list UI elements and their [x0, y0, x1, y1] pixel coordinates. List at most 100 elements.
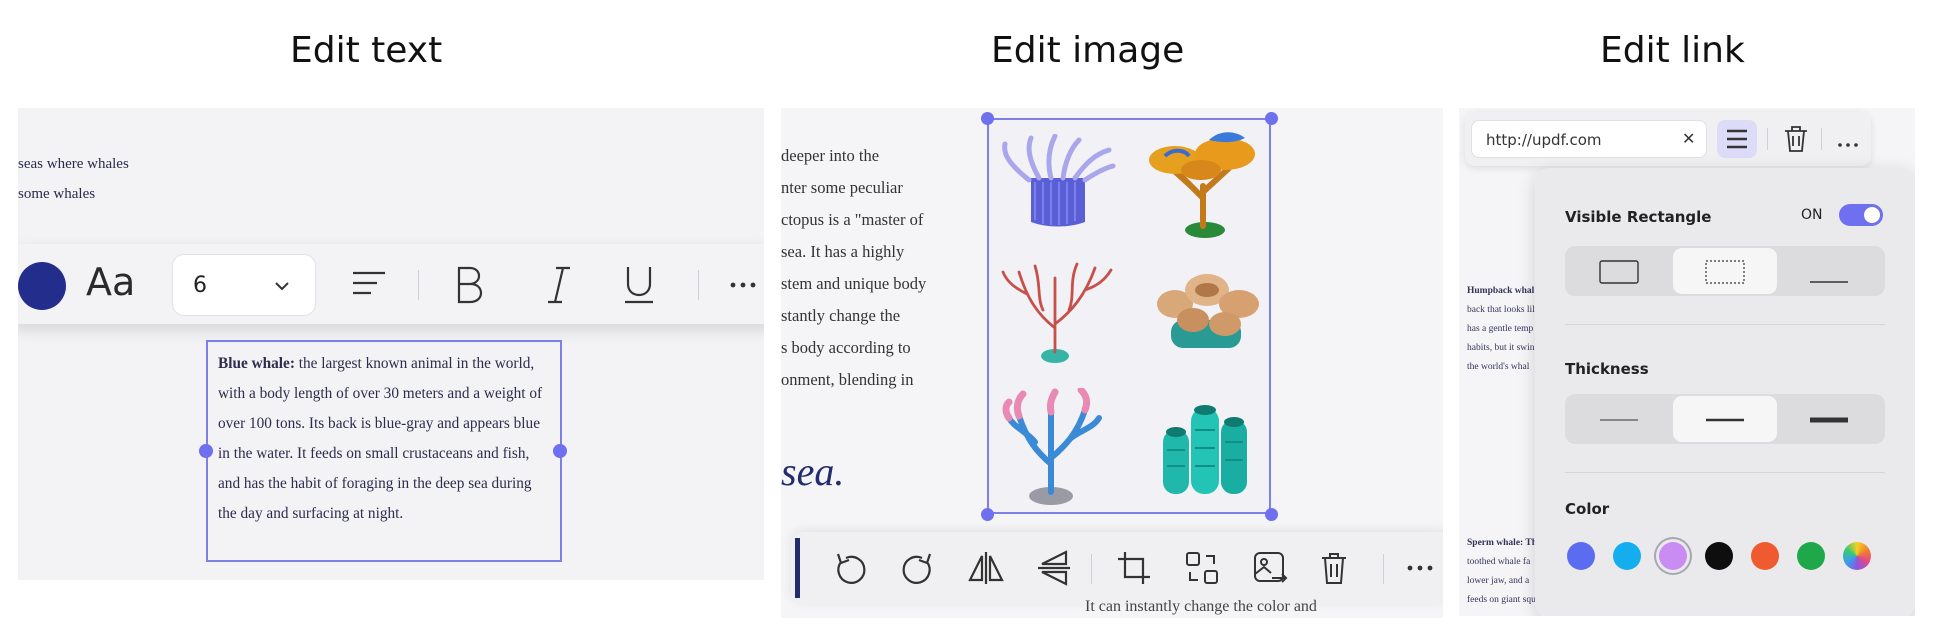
image-handle-bottom-left[interactable] — [981, 508, 994, 521]
doc-heading-fragment: sea. — [781, 449, 845, 494]
toolbar-divider — [1821, 128, 1822, 150]
crop-icon[interactable] — [1111, 545, 1157, 591]
doc-line: nter some peculiar — [781, 178, 903, 197]
doc-line: seas where whales — [18, 156, 129, 172]
color-swatch-cyan[interactable] — [1613, 542, 1641, 570]
color-swatch-black[interactable] — [1705, 542, 1733, 570]
font-family-button[interactable]: Aa — [86, 260, 135, 304]
solid-rect-icon — [1599, 260, 1639, 284]
thickness-label: Thickness — [1565, 360, 1649, 378]
doc-fragment-humpback: Humpback whal back that looks lil has a … — [1467, 282, 1535, 377]
doc-line: It can instantly change the color and — [1085, 598, 1317, 615]
doc-line: habits, but it swin — [1467, 343, 1535, 353]
doc-line: ctopus is a "master of — [781, 210, 924, 229]
thick-line-icon — [1810, 417, 1848, 423]
toolbar-divider — [698, 270, 699, 300]
popup-divider — [1565, 324, 1885, 325]
doc-line: feeds on giant squ — [1467, 595, 1536, 605]
more-icon[interactable] — [1397, 545, 1443, 591]
doc-line: sea. It has a highly — [781, 242, 905, 261]
delete-icon[interactable] — [1311, 545, 1357, 591]
edit-image-panel: deeper into the nter some peculiar ctopu… — [781, 108, 1443, 618]
flip-vertical-icon[interactable] — [1031, 545, 1077, 591]
border-dashed-option[interactable] — [1705, 260, 1745, 288]
doc-bold-lead: Humpback whal — [1467, 286, 1535, 296]
coral-turquoise-tubes-image — [1163, 405, 1247, 494]
image-handle-top-right[interactable] — [1265, 112, 1278, 125]
align-left-icon[interactable] — [346, 262, 392, 308]
extract-image-icon[interactable] — [1247, 545, 1293, 591]
doc-fragment-sperm: Sperm whale: Th toothed whale fa lower j… — [1467, 534, 1537, 610]
title-edit-image: Edit image — [991, 30, 1185, 71]
chevron-down-icon — [275, 282, 289, 291]
doc-line: some whales — [18, 186, 96, 202]
rotate-right-icon[interactable] — [895, 545, 941, 591]
italic-icon[interactable] — [536, 262, 582, 308]
doc-line: onment, blending in — [781, 370, 914, 389]
replace-image-icon[interactable] — [1179, 545, 1225, 591]
more-icon[interactable] — [720, 262, 764, 308]
toolbar-divider — [1383, 554, 1384, 584]
doc-line: deeper into the — [781, 146, 880, 165]
border-style-segmented — [1565, 246, 1885, 296]
doc-line: back that looks lil — [1467, 305, 1535, 315]
url-input[interactable]: http://updf.com ✕ — [1471, 120, 1707, 158]
toolbar-divider — [1767, 128, 1768, 150]
color-swatch-orange[interactable] — [1751, 542, 1779, 570]
toggle-state-label: ON — [1801, 207, 1823, 223]
thin-line-icon — [1600, 419, 1638, 421]
thickness-thin-option[interactable] — [1599, 412, 1639, 431]
coral-tan-cups-image — [1157, 274, 1259, 348]
color-swatch-blue[interactable] — [1567, 542, 1595, 570]
url-value: http://updf.com — [1486, 131, 1602, 149]
resize-handle-left[interactable] — [199, 444, 213, 458]
coral-orange-tree-image — [1149, 132, 1255, 238]
popup-divider — [1565, 472, 1885, 473]
color-swatch-green[interactable] — [1797, 542, 1825, 570]
clear-url-icon[interactable]: ✕ — [1682, 129, 1695, 148]
selected-image[interactable] — [987, 118, 1271, 514]
medium-line-icon — [1706, 418, 1744, 422]
bold-icon[interactable] — [446, 262, 492, 308]
image-edit-toolbar — [791, 532, 1443, 604]
coral-anemone-image — [1002, 134, 1116, 227]
image-handle-top-left[interactable] — [981, 112, 994, 125]
toolbar-divider — [418, 270, 419, 300]
coral-pink-blue-image — [1002, 388, 1102, 505]
thickness-medium-option[interactable] — [1705, 412, 1745, 431]
color-swatch-lavender-selected[interactable] — [1659, 542, 1687, 570]
selected-text-box[interactable]: Blue whale: the largest known animal in … — [206, 340, 562, 562]
visible-rectangle-label: Visible Rectangle — [1565, 208, 1712, 226]
toggle-knob — [1864, 207, 1880, 223]
coral-red-fan-image — [1001, 262, 1113, 363]
toolbar-divider — [1091, 554, 1092, 584]
doc-bold-lead: Sperm whale: Th — [1467, 538, 1538, 548]
font-size-value: 6 — [193, 273, 207, 298]
text-bold-lead: Blue whale: — [218, 355, 295, 372]
thickness-segmented — [1565, 394, 1885, 444]
text-color-swatch[interactable] — [18, 262, 66, 310]
more-icon[interactable] — [1837, 134, 1859, 153]
border-underline-option[interactable] — [1809, 260, 1849, 288]
rotate-left-icon[interactable] — [827, 545, 873, 591]
visible-rectangle-toggle[interactable] — [1839, 204, 1883, 226]
doc-line: has a gentle temp — [1467, 324, 1534, 334]
image-handle-bottom-right[interactable] — [1265, 508, 1278, 521]
font-size-select[interactable]: 6 — [172, 254, 316, 316]
border-solid-option[interactable] — [1599, 260, 1639, 288]
doc-line: stem and unique body — [781, 274, 927, 293]
doc-line: lower jaw, and a — [1467, 576, 1530, 586]
underline-icon[interactable] — [616, 262, 662, 308]
link-style-button[interactable] — [1717, 120, 1757, 158]
edit-link-panel: Humpback whal back that looks lil has a … — [1459, 108, 1915, 616]
underline-style-icon — [1810, 281, 1848, 283]
color-picker-rainbow-icon[interactable] — [1843, 542, 1871, 570]
text-cursor-fragment — [795, 538, 800, 598]
title-edit-link: Edit link — [1600, 30, 1745, 71]
delete-link-icon[interactable] — [1783, 124, 1809, 158]
resize-handle-right[interactable] — [553, 444, 567, 458]
thickness-thick-option[interactable] — [1809, 412, 1849, 431]
flip-horizontal-icon[interactable] — [963, 545, 1009, 591]
doc-line: toothed whale fa — [1467, 557, 1531, 567]
doc-line: stantly change the — [781, 306, 901, 325]
